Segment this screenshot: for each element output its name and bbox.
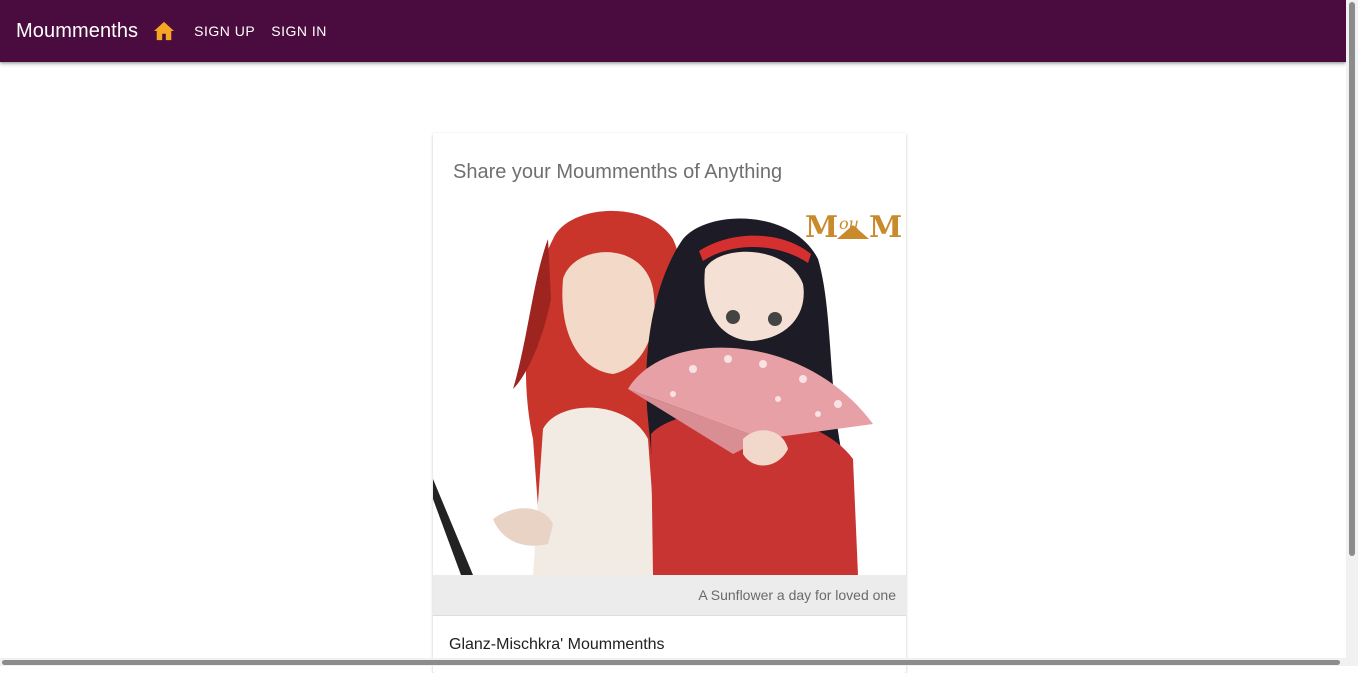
horizontal-scrollbar[interactable] — [0, 658, 1346, 666]
svg-text:M: M — [869, 210, 902, 245]
app-bar: Moummenths SIGN UP SIGN IN — [0, 0, 1346, 62]
card-image: M ou M — [433, 199, 906, 575]
image-caption-bar: A Sunflower a day for loved one — [433, 575, 906, 616]
card-subtitle: Glanz-Mischkra' Moummenths — [449, 636, 665, 654]
vertical-scrollbar[interactable] — [1346, 0, 1358, 666]
card-title: Share your Moummenths of Anything — [453, 161, 782, 184]
sign-up-button[interactable]: SIGN UP — [194, 23, 255, 39]
vertical-scrollbar-thumb[interactable] — [1349, 2, 1355, 556]
brand-title[interactable]: Moummenths — [16, 20, 138, 43]
image-caption: A Sunflower a day for loved one — [698, 587, 896, 603]
anime-illustration-icon: M ou M — [433, 199, 906, 575]
moum-logo: M ou M — [805, 210, 902, 245]
svg-text:M: M — [805, 210, 838, 245]
horizontal-scrollbar-thumb[interactable] — [2, 660, 1340, 665]
moment-card: Share your Moummenths of Anything — [433, 133, 906, 673]
sign-in-button[interactable]: SIGN IN — [271, 23, 327, 39]
home-icon — [153, 21, 175, 41]
home-button[interactable] — [152, 19, 176, 43]
